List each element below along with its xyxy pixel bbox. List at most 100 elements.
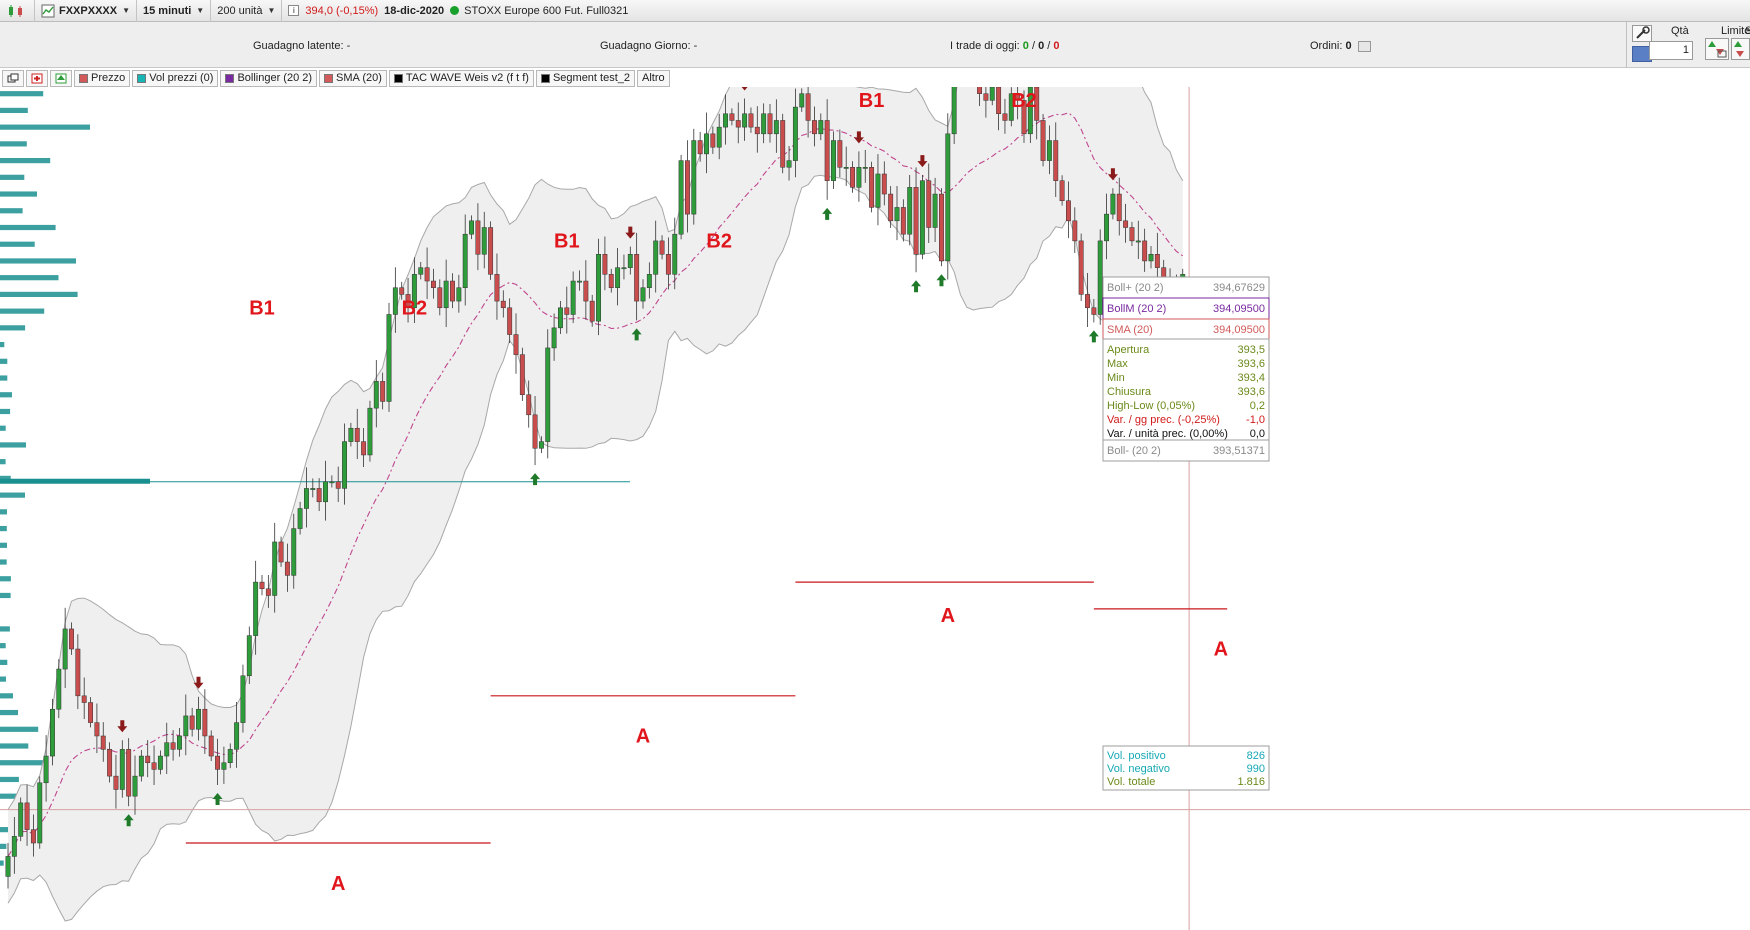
tooltip-hl-value: 0,2 [1250,400,1265,412]
candle-body [342,441,348,489]
orders-count: Ordini: 0 [1310,40,1371,52]
candle-body [926,180,932,228]
price-chart[interactable]: B1B2AB1B2AB1B2AB1B2A Boll+ (20 2) 394,67… [0,87,1750,930]
candle-body [469,220,475,235]
wave-label-b1: B1 [249,297,275,319]
candle-body [710,133,716,148]
candle-body [919,180,925,255]
candle-body [380,381,386,402]
profile-bar [0,643,6,649]
candle-body [1142,240,1148,262]
candle-body [646,274,652,288]
candle-body [265,588,271,596]
qty-input[interactable]: 1 [1649,41,1693,60]
candle-body [805,93,811,121]
candle-body [1148,254,1154,262]
candle-body [1066,200,1071,222]
candle-body [812,120,817,135]
candle-body [907,187,913,235]
candle-body [348,427,354,442]
candle-body [253,581,259,636]
quote-summary: i 394,0 (-0,15%) 18-dic-2020 STOXX Europ… [282,0,634,22]
candle-body [227,749,233,763]
chart-type-button[interactable] [0,0,35,22]
candle-body [88,702,93,723]
candle-body [354,427,360,442]
stop-order-button[interactable] [1731,38,1750,60]
candle-body [875,173,881,208]
tooltip-open-value: 393,5 [1237,344,1265,356]
candle-body [831,140,836,181]
candle-body [240,675,246,723]
add-indicator-icon[interactable] [26,69,48,87]
candle-body [11,836,17,857]
instrument-name: STOXX Europe 600 Fut. Full0321 [464,4,629,17]
indicator-sma[interactable]: SMA (20) [319,69,387,87]
indicator-segment[interactable]: Segment test_2 [535,69,636,87]
candle-body [989,87,995,101]
candle-body [75,648,81,697]
candle-body [367,407,373,456]
candle-body [30,829,36,844]
candle-body [196,708,201,730]
timeframe-selector[interactable]: 15 minuti ▼ [137,0,212,22]
candle-body [24,802,30,830]
candle-body [869,167,875,208]
limit-order-button[interactable] [1705,38,1729,60]
candle-body [62,628,68,670]
tooltip-varunit-label: Var. / unità prec. (0,00%) [1107,428,1228,440]
candle-body [215,755,221,770]
orders-close-icon[interactable] [1357,40,1371,52]
candle-body [1104,213,1109,242]
candle-body [665,254,671,275]
candle-body [596,254,601,322]
profile-bar [0,325,26,331]
vol-positive-label: Vol. positivo [1107,750,1166,762]
timeframe-label: 15 minuti [143,4,192,17]
buy-arrow-icon [936,274,947,287]
symbol-selector[interactable]: FXXPXXXX ▼ [35,0,137,22]
buy-sell-icon [1708,41,1727,58]
candle-body [704,133,709,155]
info-icon[interactable]: i [288,5,300,16]
profile-bar [0,559,7,565]
candle-body [462,233,468,288]
candle-body [564,307,570,315]
candle-body [945,133,951,262]
candle-body [373,381,379,409]
candle-body [386,314,392,402]
window-icon[interactable] [2,69,24,87]
todays-trades: I trade di oggi: 0 / 0 / 0 [950,40,1060,52]
candle-body [1040,120,1046,161]
arrow-up-icon[interactable] [50,69,72,87]
wave-label-a: A [1214,639,1228,661]
candle-body [170,742,176,750]
tooltip-close-value: 393,6 [1237,386,1265,398]
candle-body [748,113,754,128]
buy-arrow-icon [822,207,833,220]
candle-body [399,287,405,295]
profile-bar [0,509,7,515]
wrench-icon[interactable] [1632,25,1652,42]
candle-body [18,802,24,837]
indicator-altro[interactable]: Altro [637,69,670,87]
color-swatch [324,73,334,83]
candle-body [177,735,182,750]
candle-body [113,775,119,790]
profile-bar [0,124,90,130]
indicator-prezzo[interactable]: Prezzo [74,69,131,87]
candle-body [881,173,887,195]
tooltip-varday-value: -1,0 [1246,414,1265,426]
bollinger-fill [8,87,1183,921]
profile-bar [0,275,59,281]
indicator-vol-prezzi[interactable]: Vol prezzi (0) [132,69,219,87]
units-selector[interactable]: 200 unità ▼ [211,0,283,22]
candle-body [310,488,316,490]
candle-body [780,120,786,168]
indicator-tac-wave[interactable]: TAC WAVE Weis v2 (f t f) [388,69,534,87]
indicator-bollinger[interactable]: Bollinger (20 2) [220,69,318,87]
vol-total-value: 1.816 [1237,776,1265,788]
profile-bar [0,626,10,632]
candle-body [545,347,551,442]
candle-body [151,762,157,770]
